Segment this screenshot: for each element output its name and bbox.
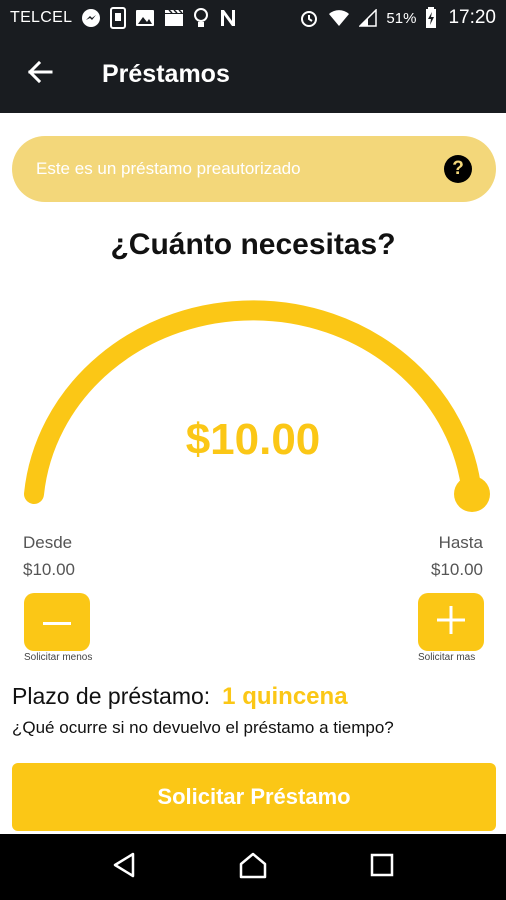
system-nav-bar	[0, 834, 506, 900]
decrease-caption: Solicitar menos	[24, 652, 93, 663]
loan-term-label: Plazo de préstamo:	[12, 683, 211, 709]
signal-icon	[359, 9, 378, 27]
home-icon	[238, 851, 268, 884]
nav-back-icon	[112, 852, 136, 883]
phone-icon	[110, 7, 127, 29]
wifi-icon	[328, 9, 350, 27]
carrier-name: TELCEL	[10, 9, 73, 26]
back-button[interactable]	[0, 36, 80, 113]
gauge-handle[interactable]	[454, 476, 490, 512]
to-label: Hasta	[438, 533, 483, 552]
plus-icon	[437, 605, 465, 639]
from-label: Desde	[23, 533, 73, 552]
recents-icon	[370, 853, 394, 882]
late-payment-info-link[interactable]: ¿Qué ocurre si no devuelvo el préstamo a…	[12, 718, 394, 738]
n-icon	[218, 8, 238, 28]
arrow-back-icon	[27, 60, 53, 89]
minus-icon	[43, 613, 71, 631]
from-value: $10.00	[23, 560, 75, 579]
loan-term: Plazo de préstamo: 1 quincena	[12, 683, 348, 711]
battery-icon	[425, 7, 437, 29]
nav-back-button[interactable]	[94, 837, 154, 897]
clapper-icon	[164, 9, 184, 27]
app-bar: Préstamos	[0, 36, 506, 113]
nav-home-button[interactable]	[223, 837, 283, 897]
amount-value: $10.00	[185, 415, 321, 464]
amount-question: ¿Cuánto necesitas?	[110, 228, 396, 261]
gauge-track	[24, 300, 482, 504]
to-value: $10.00	[431, 560, 483, 579]
alarm-icon	[299, 8, 319, 28]
amount-gauge[interactable]	[0, 280, 506, 530]
page-title: Préstamos	[102, 60, 230, 88]
battery-level: 51%	[386, 9, 417, 27]
decrease-button[interactable]	[24, 593, 90, 651]
bulb-icon	[193, 7, 209, 29]
nav-recents-button[interactable]	[352, 837, 412, 897]
preauthorized-notice: Este es un préstamo preautorizado ?	[12, 136, 496, 202]
status-bar: TELCEL 51% 17:20	[0, 0, 506, 36]
image-icon	[135, 9, 155, 27]
request-loan-button[interactable]: Solicitar Préstamo	[12, 763, 496, 831]
loan-term-value: 1 quincena	[222, 683, 348, 710]
increase-caption: Solicitar mas	[418, 652, 476, 663]
messenger-icon	[81, 8, 101, 28]
help-icon[interactable]: ?	[444, 155, 472, 183]
increase-button[interactable]	[418, 593, 484, 651]
notice-text: Este es un préstamo preautorizado	[36, 159, 301, 178]
clock: 17:20	[448, 7, 496, 28]
